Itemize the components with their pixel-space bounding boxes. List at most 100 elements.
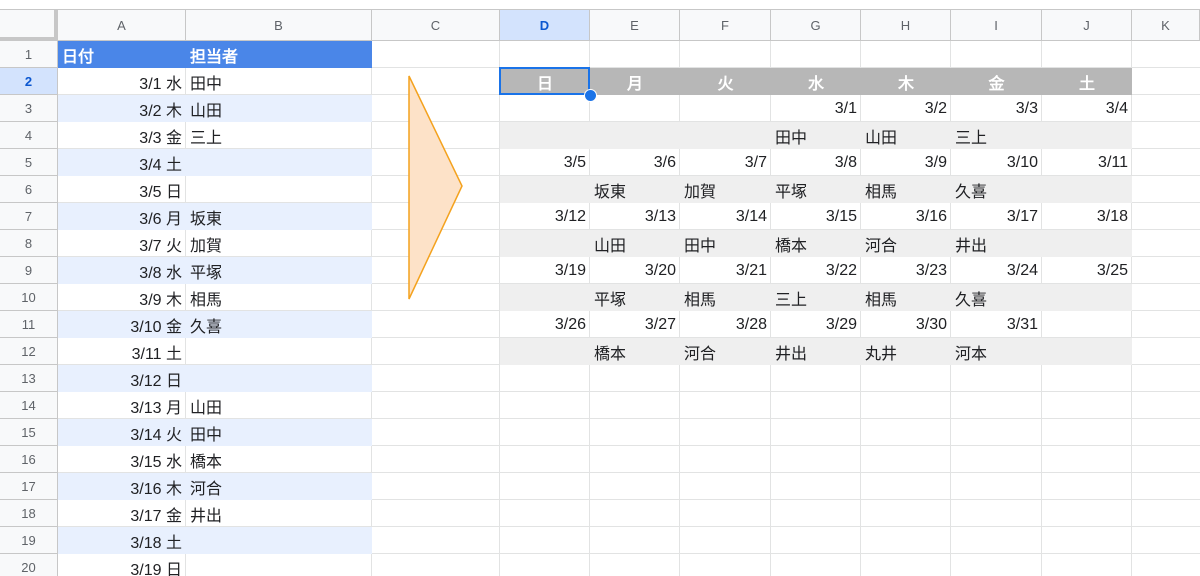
calendar-person-cell[interactable]: 三上 [951, 122, 1042, 149]
weekday-header-3[interactable]: 水 [771, 68, 861, 95]
column-header-h[interactable]: H [861, 10, 951, 41]
calendar-person-cell[interactable]: 丸井 [861, 338, 951, 365]
calendar-date-cell[interactable]: 3/23 [861, 257, 951, 284]
column-header-c[interactable]: C [372, 10, 500, 41]
calendar-date-cell[interactable]: 3/1 [771, 95, 861, 122]
weekday-header-6[interactable]: 土 [1042, 68, 1132, 95]
list-person-cell[interactable]: 田中 [186, 68, 372, 95]
row-header-16[interactable]: 16 [0, 446, 58, 473]
list-date-cell[interactable]: 3/16 木 [58, 473, 186, 500]
list-date-cell[interactable]: 3/9 木 [58, 284, 186, 311]
calendar-date-cell[interactable]: 3/21 [680, 257, 771, 284]
calendar-date-cell[interactable] [1042, 311, 1132, 338]
column-header-b[interactable]: B [186, 10, 372, 41]
spreadsheet-grid[interactable]: ABCDEFGHIJK 1 2 3 4 5 6 7 8 9 10 11 12 13 14 15 16 17 18 1… [0, 0, 1200, 576]
list-person-cell[interactable]: 井出 [186, 500, 372, 527]
calendar-person-cell[interactable] [1042, 338, 1132, 365]
list-person-cell[interactable]: 平塚 [186, 257, 372, 284]
calendar-date-cell[interactable]: 3/25 [1042, 257, 1132, 284]
calendar-date-cell[interactable]: 3/18 [1042, 203, 1132, 230]
row-header-11[interactable]: 11 [0, 311, 58, 338]
calendar-person-cell[interactable]: 橋本 [590, 338, 680, 365]
calendar-date-cell[interactable]: 3/26 [500, 311, 590, 338]
list-person-cell[interactable]: 橋本 [186, 446, 372, 473]
list-date-cell[interactable]: 3/18 土 [58, 527, 186, 554]
list-date-cell[interactable]: 3/8 水 [58, 257, 186, 284]
column-header-g[interactable]: G [771, 10, 861, 41]
calendar-person-cell[interactable] [680, 122, 771, 149]
column-header-d[interactable]: D [500, 10, 590, 41]
calendar-date-cell[interactable]: 3/22 [771, 257, 861, 284]
list-person-cell[interactable]: 三上 [186, 122, 372, 149]
calendar-person-cell[interactable] [1042, 230, 1132, 257]
row-header-8[interactable]: 8 [0, 230, 58, 257]
list-person-cell[interactable]: 久喜 [186, 311, 372, 338]
row-header-13[interactable]: 13 [0, 365, 58, 392]
calendar-person-cell[interactable]: 橋本 [771, 230, 861, 257]
calendar-date-cell[interactable]: 3/27 [590, 311, 680, 338]
right-triangle-arrow-shape[interactable] [404, 74, 466, 304]
list-person-cell[interactable]: 田中 [186, 419, 372, 446]
list-date-cell[interactable]: 3/2 木 [58, 95, 186, 122]
row-header-15[interactable]: 15 [0, 419, 58, 446]
calendar-person-cell[interactable]: 平塚 [771, 176, 861, 203]
calendar-date-cell[interactable]: 3/5 [500, 149, 590, 176]
list-person-cell[interactable] [186, 338, 372, 365]
column-header-a[interactable]: A [58, 10, 186, 41]
calendar-date-cell[interactable] [500, 95, 590, 122]
calendar-date-cell[interactable]: 3/6 [590, 149, 680, 176]
calendar-person-cell[interactable]: 相馬 [861, 176, 951, 203]
weekday-header-4[interactable]: 木 [861, 68, 951, 95]
calendar-date-cell[interactable]: 3/17 [951, 203, 1042, 230]
list-person-cell[interactable] [186, 365, 372, 392]
fill-handle[interactable] [584, 89, 597, 102]
row-header-12[interactable]: 12 [0, 338, 58, 365]
calendar-date-cell[interactable]: 3/2 [861, 95, 951, 122]
list-date-cell[interactable]: 3/4 土 [58, 149, 186, 176]
calendar-person-cell[interactable] [500, 338, 590, 365]
calendar-person-cell[interactable] [500, 176, 590, 203]
calendar-person-cell[interactable]: 河本 [951, 338, 1042, 365]
calendar-person-cell[interactable]: 相馬 [861, 284, 951, 311]
calendar-date-cell[interactable]: 3/9 [861, 149, 951, 176]
calendar-date-cell[interactable]: 3/11 [1042, 149, 1132, 176]
calendar-person-cell[interactable]: 加賀 [680, 176, 771, 203]
list-date-cell[interactable]: 3/15 水 [58, 446, 186, 473]
row-header-2[interactable]: 2 [0, 68, 58, 95]
calendar-date-cell[interactable]: 3/14 [680, 203, 771, 230]
list-date-cell[interactable]: 3/1 水 [58, 68, 186, 95]
row-header-17[interactable]: 17 [0, 473, 58, 500]
calendar-person-cell[interactable] [1042, 122, 1132, 149]
calendar-date-cell[interactable]: 3/29 [771, 311, 861, 338]
list-date-cell[interactable]: 3/3 金 [58, 122, 186, 149]
weekday-header-2[interactable]: 火 [680, 68, 771, 95]
list-date-cell[interactable]: 3/11 土 [58, 338, 186, 365]
calendar-date-cell[interactable]: 3/8 [771, 149, 861, 176]
calendar-person-cell[interactable]: 河合 [861, 230, 951, 257]
calendar-person-cell[interactable]: 山田 [861, 122, 951, 149]
calendar-person-cell[interactable] [1042, 176, 1132, 203]
list-date-cell[interactable]: 3/19 日 [58, 554, 186, 576]
row-header-3[interactable]: 3 [0, 95, 58, 122]
list-date-cell[interactable]: 3/5 日 [58, 176, 186, 203]
list-person-cell[interactable]: 河合 [186, 473, 372, 500]
calendar-person-cell[interactable]: 坂東 [590, 176, 680, 203]
calendar-date-cell[interactable]: 3/28 [680, 311, 771, 338]
calendar-date-cell[interactable]: 3/10 [951, 149, 1042, 176]
list-header-date[interactable]: 日付 [58, 41, 186, 68]
row-header-4[interactable]: 4 [0, 122, 58, 149]
row-header-7[interactable]: 7 [0, 203, 58, 230]
list-person-cell[interactable] [186, 527, 372, 554]
row-header-1[interactable]: 1 [0, 41, 58, 68]
list-date-cell[interactable]: 3/14 火 [58, 419, 186, 446]
active-cell-selection[interactable] [499, 67, 590, 95]
calendar-date-cell[interactable]: 3/30 [861, 311, 951, 338]
calendar-date-cell[interactable]: 3/3 [951, 95, 1042, 122]
list-person-cell[interactable]: 山田 [186, 392, 372, 419]
calendar-date-cell[interactable]: 3/12 [500, 203, 590, 230]
list-person-cell[interactable] [186, 554, 372, 576]
calendar-date-cell[interactable] [590, 95, 680, 122]
list-date-cell[interactable]: 3/12 日 [58, 365, 186, 392]
calendar-person-cell[interactable] [500, 122, 590, 149]
column-header-k[interactable]: K [1132, 10, 1200, 41]
